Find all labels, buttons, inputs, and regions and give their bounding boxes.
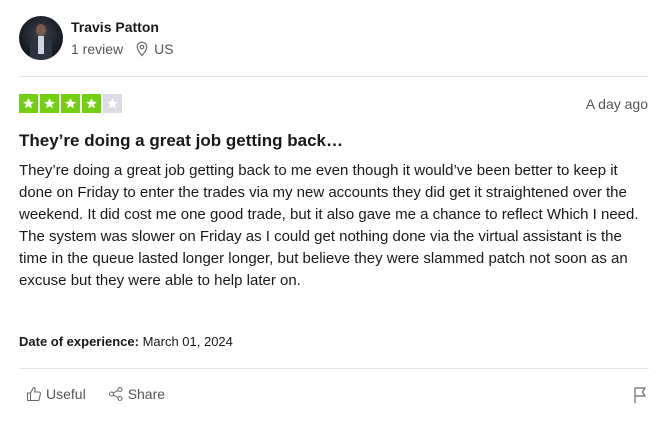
share-label: Share xyxy=(127,386,166,402)
useful-button[interactable]: Useful xyxy=(26,386,86,402)
star-icon xyxy=(82,94,101,113)
review-card: Travis Patton 1 review US A day ago They… xyxy=(0,0,665,425)
location-pin-icon xyxy=(136,41,148,57)
review-count: 1 review xyxy=(71,41,124,57)
reviewer-country: US xyxy=(154,41,174,57)
reviewer-meta: 1 review US xyxy=(71,41,174,57)
star-icon xyxy=(19,94,38,113)
useful-label: Useful xyxy=(46,386,86,402)
experience-value: March 01, 2024 xyxy=(142,334,233,349)
avatar[interactable] xyxy=(19,16,63,60)
review-actions: Useful Share xyxy=(26,386,165,402)
thumbs-up-icon xyxy=(26,386,41,402)
share-icon xyxy=(108,386,123,402)
reviewer-header: Travis Patton 1 review US xyxy=(19,16,174,60)
star-icon xyxy=(40,94,59,113)
divider xyxy=(19,76,649,77)
review-title[interactable]: They’re doing a great job getting back… xyxy=(19,131,343,151)
star-icon xyxy=(103,94,122,113)
date-of-experience: Date of experience: March 01, 2024 xyxy=(19,334,233,349)
star-icon xyxy=(61,94,80,113)
divider xyxy=(19,368,649,369)
share-button[interactable]: Share xyxy=(108,386,165,402)
experience-label: Date of experience: xyxy=(19,334,139,349)
flag-icon[interactable] xyxy=(632,386,648,404)
reviewer-name[interactable]: Travis Patton xyxy=(71,18,174,36)
reviewer-info: Travis Patton 1 review US xyxy=(71,16,174,57)
review-date: A day ago xyxy=(585,96,648,112)
star-rating xyxy=(19,94,122,113)
review-body: They’re doing a great job getting back t… xyxy=(19,162,639,289)
